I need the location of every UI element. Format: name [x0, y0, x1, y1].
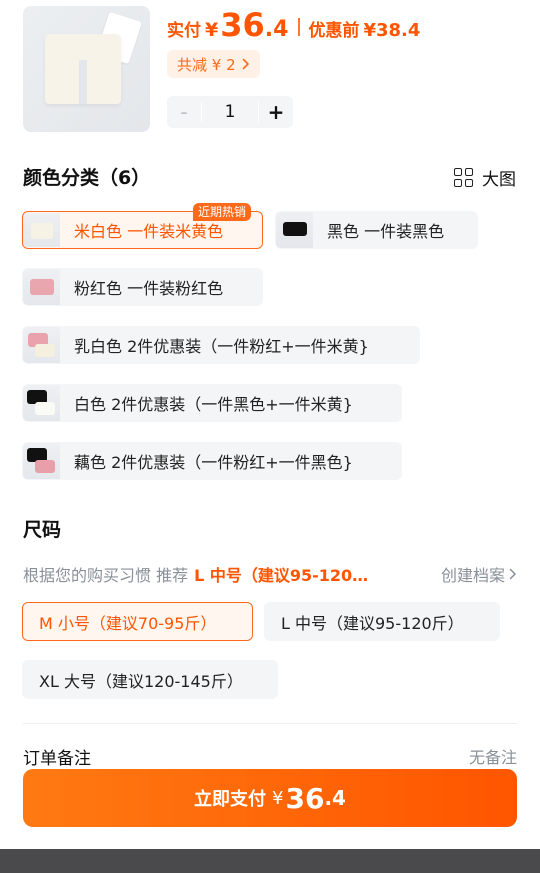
order-remark-row[interactable]: 订单备注 无备注	[23, 744, 517, 768]
color-option-label: 黑色 一件装黑色	[327, 222, 445, 241]
recommended-size[interactable]: L 中号（建议95-120斤）	[194, 562, 372, 586]
discount-detail-button[interactable]: 共减 ¥ 2	[167, 50, 260, 78]
color-option-milk-white[interactable]: 乳白色 2件优惠装（一件粉红+一件米黄}	[22, 326, 420, 364]
price-divider	[298, 18, 301, 36]
color-option-label: 藕色 2件优惠装（一件粉红+一件黑色}	[74, 453, 353, 472]
price-row: 实付 ¥ 36 .4 优惠前 ¥38.4	[167, 6, 420, 46]
size-recommendation: 根据您的购买习惯 推荐 L 中号（建议95-120斤） 创建档案	[23, 563, 517, 585]
grid-icon	[454, 167, 474, 188]
product-shorts-image	[45, 34, 121, 104]
order-remark-value: 无备注	[468, 748, 517, 767]
pay-price-int: 36	[220, 6, 265, 44]
color-section-title: 颜色分类（6）	[23, 167, 151, 189]
before-discount-label: 优惠前	[308, 21, 360, 41]
product-thumbnail[interactable]	[23, 6, 150, 132]
discount-text: 共减 ¥ 2	[177, 55, 236, 74]
pay-now-button[interactable]: 立即支付 ¥ 36 .4	[23, 769, 517, 827]
color-option-white[interactable]: 白色 2件优惠装（一件黑色+一件米黄}	[22, 384, 402, 422]
color-option-label: 白色 2件优惠装（一件黑色+一件米黄}	[74, 395, 353, 414]
big-image-label: 大图	[482, 170, 516, 190]
quantity-stepper: - 1 +	[167, 96, 293, 128]
size-option-l[interactable]: L 中号（建议95-120斤）	[264, 602, 500, 641]
color-option-label: 乳白色 2件优惠装（一件粉红+一件米黄}	[74, 337, 369, 356]
recommendation-hint: 根据您的购买习惯 推荐	[23, 566, 189, 585]
create-profile-label: 创建档案	[440, 566, 505, 585]
color-option-black[interactable]: 黑色 一件装黑色	[275, 211, 478, 249]
chevron-right-icon	[509, 568, 517, 580]
swatch-image	[276, 212, 313, 248]
create-profile-link[interactable]: 创建档案	[441, 562, 517, 586]
size-option-m[interactable]: M 小号（建议70-95斤）	[22, 602, 253, 641]
pay-now-price-dec: .4	[324, 786, 346, 810]
swatch-image	[23, 385, 60, 421]
size-option-xl[interactable]: XL 大号（建议120-145斤）	[22, 660, 278, 699]
system-navigation-bar	[0, 849, 540, 873]
quantity-value[interactable]: 1	[201, 102, 259, 122]
chevron-right-icon	[242, 58, 249, 70]
pay-now-price-int: 36	[285, 781, 325, 815]
big-image-view-button[interactable]: 大图	[454, 165, 516, 190]
swatch-image	[23, 327, 60, 363]
order-remark-label: 订单备注	[23, 749, 91, 768]
increase-quantity-button[interactable]: +	[259, 96, 293, 128]
pay-label: 实付	[167, 21, 201, 41]
size-section-title: 尺码	[23, 519, 62, 541]
before-discount-price: ¥38.4	[363, 20, 421, 41]
hot-sale-badge: 近期热销	[193, 203, 252, 221]
swatch-image	[23, 443, 60, 479]
pay-now-label: 立即支付	[194, 789, 267, 810]
pay-now-currency: ¥	[272, 787, 284, 809]
color-option-lotus[interactable]: 藕色 2件优惠装（一件粉红+一件黑色}	[22, 442, 402, 480]
swatch-image	[23, 269, 60, 305]
color-option-pink[interactable]: 粉红色 一件装粉红色	[22, 268, 263, 306]
section-divider	[23, 723, 517, 724]
color-option-label: 粉红色 一件装粉红色	[74, 279, 224, 298]
swatch-image	[23, 213, 60, 247]
pay-price-dec: .4	[264, 17, 289, 42]
decrease-quantity-button[interactable]: -	[167, 96, 201, 128]
pay-currency: ¥	[205, 19, 219, 41]
color-option-label: 米白色 一件装米黄色	[74, 222, 224, 241]
